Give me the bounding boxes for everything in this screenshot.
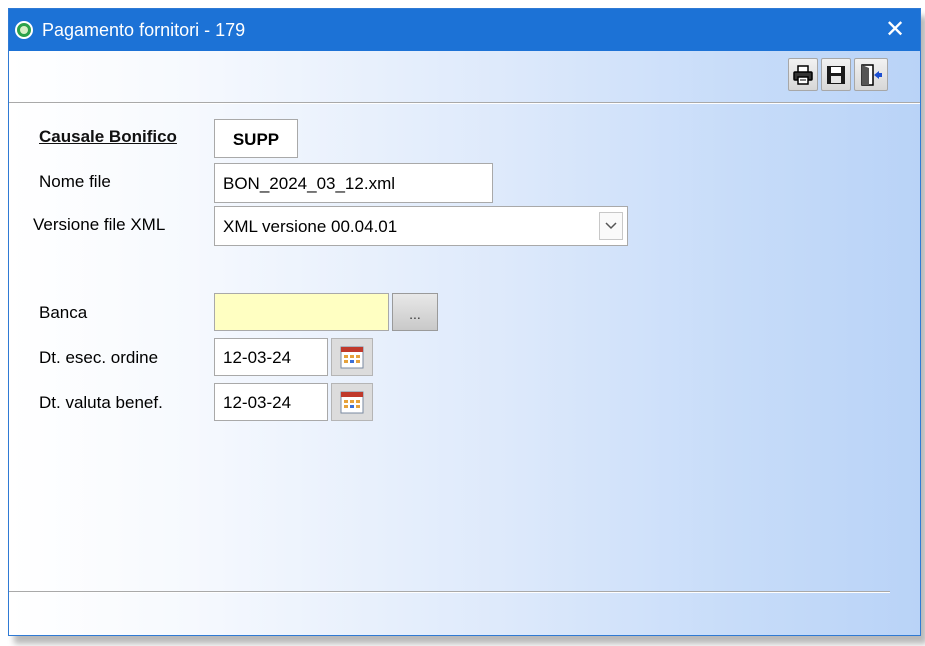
causale-label: Causale Bonifico [39,127,177,146]
versione-selected-value: XML versione 00.04.01 [223,217,398,236]
print-icon [793,64,813,85]
dt-valuta-input[interactable]: 12-03-24 [214,383,328,421]
window-title: Pagamento fornitori - 179 [42,20,246,40]
title-bar[interactable]: Pagamento fornitori - 179 ✕ [9,9,920,51]
close-button[interactable]: ✕ [880,15,910,45]
toolbar [9,51,920,102]
exit-button[interactable] [854,58,888,91]
banca-lookup-button[interactable]: ... [392,293,438,331]
dt-esec-label: Dt. esec. ordine [39,348,159,367]
nome-file-label: Nome file [39,172,111,191]
banca-label: Banca [39,303,88,322]
dialog-window: Pagamento fornitori - 179 ✕ Causale Boni… [8,8,921,636]
dt-esec-calendar-button[interactable] [331,338,373,376]
dt-valuta-label: Dt. valuta benef. [39,393,163,412]
versione-label: Versione file XML [33,215,166,234]
calendar-icon [340,346,364,369]
versione-select[interactable]: XML versione 00.04.01 [214,206,628,246]
app-logo-icon [15,21,33,39]
nome-file-input[interactable]: BON_2024_03_12.xml [214,163,493,203]
save-icon [827,65,845,84]
calendar-icon [340,391,364,414]
toolbar-separator [9,102,920,104]
causale-field[interactable]: SUPP [214,119,298,158]
dt-valuta-calendar-button[interactable] [331,383,373,421]
exit-icon [861,63,882,86]
save-button[interactable] [821,58,851,91]
banca-input[interactable] [214,293,389,331]
chevron-down-icon[interactable] [599,212,623,240]
print-button[interactable] [788,58,818,91]
footer-separator [9,591,890,593]
dt-esec-input[interactable]: 12-03-24 [214,338,328,376]
